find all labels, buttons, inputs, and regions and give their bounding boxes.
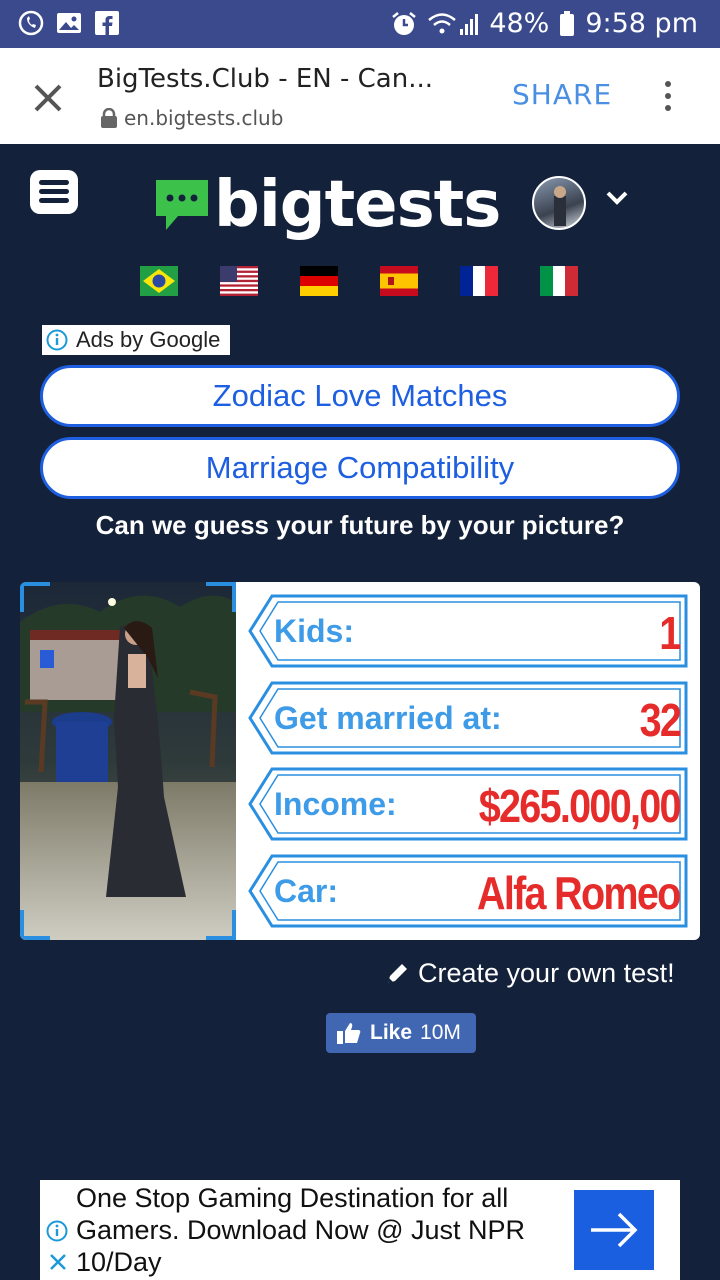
close-icon[interactable] (30, 80, 66, 116)
wifi-signal-icon (428, 12, 479, 35)
status-bar: 48% 9:58 pm (0, 0, 720, 48)
viber-icon (18, 10, 44, 36)
result-label: Car: (274, 873, 339, 909)
gallery-icon (57, 13, 81, 33)
result-value: Alfa Romeo (477, 867, 681, 919)
page-title: BigTests.Club - EN - Can... (97, 64, 433, 94)
result-value: 32 (639, 694, 681, 746)
ads-by-google-label[interactable]: Ads by Google (42, 325, 231, 355)
browser-toolbar: BigTests.Club - EN - Can... en.bigtests.… (0, 48, 720, 144)
more-vert-icon[interactable] (660, 78, 676, 114)
bottom-ad-banner[interactable]: One Stop Gaming Destination for all Game… (40, 1180, 680, 1280)
germany-flag[interactable] (300, 266, 338, 296)
menu-button[interactable] (30, 170, 78, 214)
result-row-married: Get married at: 32 (246, 680, 688, 756)
result-label: Get married at: (274, 700, 502, 736)
like-count: 10M (420, 1021, 461, 1044)
chevron-down-icon[interactable] (604, 188, 630, 208)
facebook-like-button[interactable]: Like 10M (326, 1013, 476, 1053)
pencil-icon (388, 963, 407, 983)
language-selector (140, 266, 578, 296)
site-logo[interactable]: bigtests (152, 168, 501, 242)
share-button[interactable]: SHARE (512, 78, 612, 111)
ad-link-zodiac[interactable]: Zodiac Love Matches (40, 365, 680, 427)
ads-label-text: Ads by Google (76, 327, 221, 352)
avatar[interactable] (532, 176, 586, 230)
result-card[interactable]: Kids: 1 Get married at: 32 Income: $265.… (20, 582, 700, 940)
battery-icon (560, 10, 575, 36)
like-label: Like (370, 1021, 413, 1044)
france-flag[interactable] (460, 266, 498, 296)
info-icon (46, 329, 68, 351)
result-label: Kids: (274, 613, 354, 649)
result-value: $265.000,00 (478, 780, 682, 832)
ad-go-button[interactable] (574, 1190, 654, 1270)
alarm-icon (392, 11, 417, 35)
result-row-car: Car: Alfa Romeo (246, 853, 688, 929)
logo-text: bigtests (214, 168, 501, 242)
info-icon[interactable] (46, 1220, 68, 1242)
brazil-flag[interactable] (140, 266, 178, 296)
ad-text[interactable]: One Stop Gaming Destination for all Game… (76, 1182, 566, 1278)
test-headline: Can we guess your future by your picture… (95, 510, 625, 540)
create-test-label: Create your own test! (418, 958, 675, 988)
italy-flag[interactable] (540, 266, 578, 296)
arrow-right-icon (591, 1212, 638, 1248)
facebook-icon (95, 11, 119, 35)
usa-flag[interactable] (220, 266, 258, 296)
url-display: en.bigtests.club (100, 106, 283, 130)
user-photo (20, 582, 236, 940)
thumbs-up-icon (337, 1023, 361, 1044)
ad-link-marriage[interactable]: Marriage Compatibility (40, 437, 680, 499)
result-value: 1 (659, 607, 682, 659)
url-text: en.bigtests.club (124, 106, 284, 130)
battery-percent: 48% (489, 8, 550, 39)
spain-flag[interactable] (380, 266, 418, 296)
chat-bubble-icon (156, 180, 208, 230)
photo-frame-corners (20, 582, 236, 940)
create-test-link[interactable]: Create your own test! (384, 958, 675, 989)
lock-icon (101, 108, 117, 128)
close-icon[interactable] (48, 1252, 68, 1272)
result-row-kids: Kids: 1 (246, 593, 688, 669)
clock: 9:58 pm (585, 8, 698, 39)
result-label: Income: (274, 786, 397, 822)
result-row-income: Income: $265.000,00 (246, 766, 688, 842)
